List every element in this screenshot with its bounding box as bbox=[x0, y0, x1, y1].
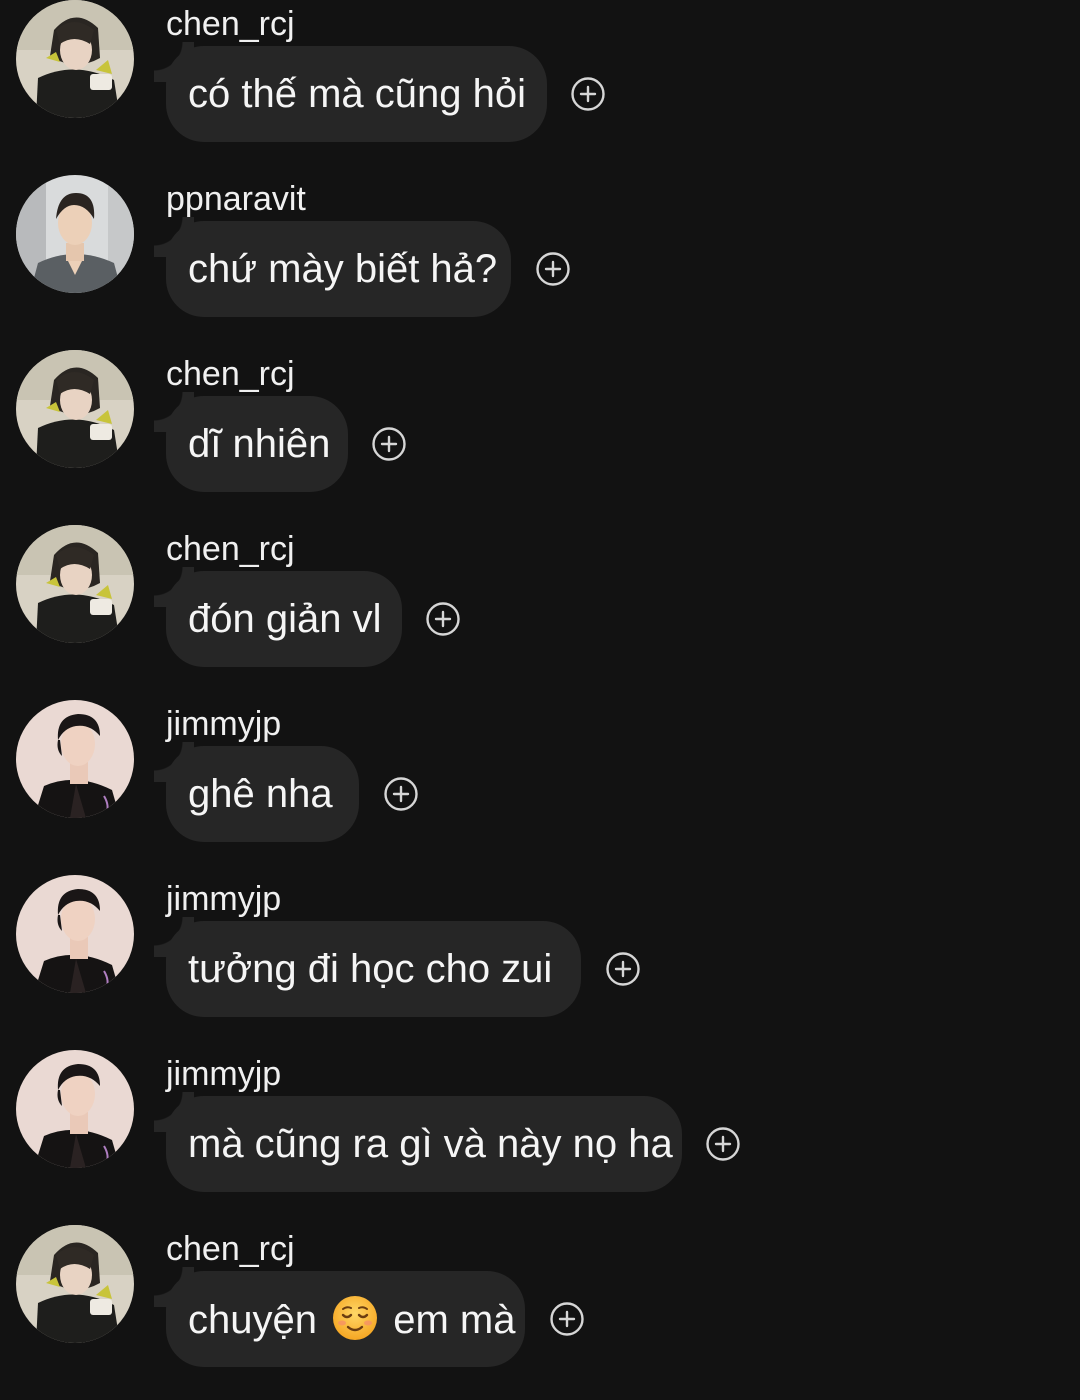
message-bubble[interactable]: mà cũng ra gì và này nọ ha bbox=[154, 1092, 682, 1192]
message-bubble[interactable]: tưởng đi học cho zui bbox=[154, 917, 581, 1017]
username[interactable]: chen_rcj bbox=[166, 1229, 295, 1269]
message-bubble[interactable]: ghê nha bbox=[154, 742, 359, 842]
message-text: có thế mà cũng hỏi bbox=[188, 72, 526, 116]
add-reaction-icon[interactable] bbox=[536, 252, 570, 286]
message-row: jimmyjp tưởng đi học cho zui bbox=[0, 875, 1080, 1050]
username[interactable]: chen_rcj bbox=[166, 354, 295, 394]
username[interactable]: chen_rcj bbox=[166, 529, 295, 569]
avatar-chen-rcj[interactable] bbox=[16, 525, 134, 643]
add-reaction-icon[interactable] bbox=[372, 427, 406, 461]
message-row: chen_rcj chuyện em mà bbox=[0, 1225, 1080, 1400]
avatar-ppnaravit[interactable] bbox=[16, 175, 134, 293]
add-reaction-icon[interactable] bbox=[571, 77, 605, 111]
message-text: chứ mày biết hả? bbox=[188, 247, 498, 291]
message-row: chen_rcj đón giản vl bbox=[0, 525, 1080, 700]
message-row: chen_rcj dĩ nhiên bbox=[0, 350, 1080, 525]
message-text: mà cũng ra gì và này nọ ha bbox=[188, 1122, 673, 1166]
message-row: chen_rcj có thế mà cũng hỏi bbox=[0, 0, 1080, 175]
message-row: ppnaravit chứ mày biết hả? bbox=[0, 175, 1080, 350]
message-text: dĩ nhiên bbox=[188, 422, 331, 466]
message-bubble[interactable]: có thế mà cũng hỏi bbox=[154, 42, 547, 142]
message-text-before-emoji: chuyện bbox=[188, 1297, 317, 1342]
avatar-chen-rcj[interactable] bbox=[16, 1225, 134, 1343]
add-reaction-icon[interactable] bbox=[384, 777, 418, 811]
avatar-jimmyjp[interactable] bbox=[16, 700, 134, 818]
message-text: đón giản vl bbox=[188, 597, 382, 641]
message-bubble[interactable]: đón giản vl bbox=[154, 567, 402, 667]
message-text: chuyện em mà bbox=[188, 1295, 515, 1344]
message-row: jimmyjp ghê nha bbox=[0, 700, 1080, 875]
message-text: ghê nha bbox=[188, 772, 333, 816]
avatar-jimmyjp[interactable] bbox=[16, 1050, 134, 1168]
chat-thread: chen_rcj có thế mà cũng hỏi ppnaravit ch… bbox=[0, 0, 1080, 1387]
add-reaction-icon[interactable] bbox=[550, 1302, 584, 1336]
username[interactable]: jimmyjp bbox=[166, 879, 281, 919]
message-bubble[interactable]: chuyện em mà bbox=[154, 1267, 525, 1367]
avatar-chen-rcj[interactable] bbox=[16, 350, 134, 468]
username[interactable]: chen_rcj bbox=[166, 4, 295, 44]
message-bubble[interactable]: dĩ nhiên bbox=[154, 392, 348, 492]
add-reaction-icon[interactable] bbox=[606, 952, 640, 986]
avatar-jimmyjp[interactable] bbox=[16, 875, 134, 993]
message-text: tưởng đi học cho zui bbox=[188, 947, 553, 991]
message-text-after-emoji: em mà bbox=[393, 1297, 516, 1342]
relieved-face-emoji bbox=[332, 1295, 378, 1341]
message-bubble[interactable]: chứ mày biết hả? bbox=[154, 217, 511, 317]
avatar-chen-rcj[interactable] bbox=[16, 0, 134, 118]
add-reaction-icon[interactable] bbox=[706, 1127, 740, 1161]
username[interactable]: ppnaravit bbox=[166, 179, 306, 219]
message-row: jimmyjp mà cũng ra gì và này nọ ha bbox=[0, 1050, 1080, 1225]
username[interactable]: jimmyjp bbox=[166, 1054, 281, 1094]
username[interactable]: jimmyjp bbox=[166, 704, 281, 744]
add-reaction-icon[interactable] bbox=[426, 602, 460, 636]
